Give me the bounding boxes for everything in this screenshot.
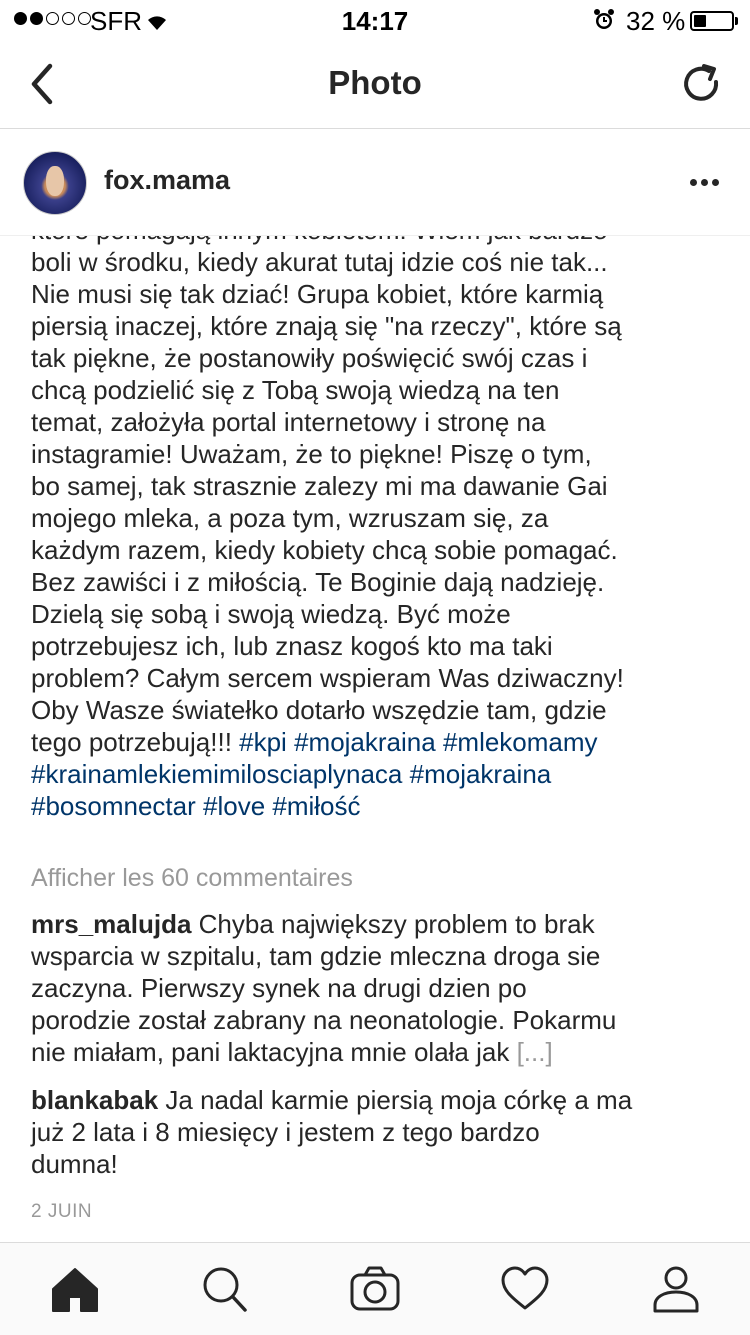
caption-line: #krainamlekiemimilosciaplynaca #mojakrai… [31, 758, 731, 790]
comment-text: porodzie został zabrany na neonatologie.… [31, 1005, 617, 1035]
hashtag-link[interactable]: #mlekomamy [443, 727, 598, 757]
caption-text: bo samej, tak strasznie zalezy mi ma daw… [31, 471, 608, 501]
caption-line: instagramie! Uważam, że to piękne! Piszę… [31, 438, 731, 470]
caption-text: Dzielą się sobą i swoją wiedzą. Być może [31, 599, 511, 629]
caption-text: Bez zawiści i z miłością. Te Boginie daj… [31, 567, 605, 597]
caption-text: tak piękne, że postanowiły poświęcić swó… [31, 343, 588, 373]
caption-text: Oby Wasze światełko dotarło wszędzie tam… [31, 695, 607, 725]
comment-more-link[interactable]: [...] [517, 1037, 553, 1067]
caption-text: Nie musi się tak dziać! Grupa kobiet, kt… [31, 279, 604, 309]
hashtag-link[interactable]: #bosomnectar [31, 791, 196, 821]
comment-text: nie miałam, pani laktacyjna mnie olała j… [31, 1037, 517, 1067]
hashtag-link[interactable]: #miłość [272, 791, 360, 821]
hashtag-link[interactable]: #mojakraina [294, 727, 436, 757]
comment-text: Chyba największy problem to brak [191, 909, 595, 939]
caption-text: które pomagają innym kobietom! Wiem jak … [31, 236, 608, 245]
caption-line: boli w środku, kiedy akurat tutaj idzie … [31, 246, 731, 278]
caption-text [287, 727, 294, 757]
page-title: Photo [328, 64, 422, 101]
comment-line: wsparcia w szpitalu, tam gdzie mleczna d… [31, 940, 731, 972]
caption-text: tego potrzebują!!! [31, 727, 240, 757]
view-all-comments-link[interactable]: Afficher les 60 commentaires [31, 864, 353, 893]
caption-text [402, 759, 409, 789]
caption-line: Dzielą się sobą i swoją wiedzą. Być może [31, 598, 731, 630]
camera-icon[interactable] [349, 1263, 401, 1315]
caption-text: potrzebujesz ich, lub znasz kogoś kto ma… [31, 631, 553, 661]
caption-text: każdym razem, kiedy kobiety chcą sobie p… [31, 535, 618, 565]
post-caption: które pomagają innym kobietom! Wiem jak … [31, 236, 731, 822]
comment-line: mrs_malujda Chyba największy problem to … [31, 908, 731, 940]
post-username[interactable]: fox.mama [104, 165, 230, 196]
comment-text: dumna! [31, 1149, 118, 1179]
caption-line: tak piękne, że postanowiły poświęcić swó… [31, 342, 731, 374]
caption-text [196, 791, 203, 821]
caption-line: problem? Całym sercem wspieram Was dziwa… [31, 662, 731, 694]
caption-text: boli w środku, kiedy akurat tutaj idzie … [31, 247, 608, 277]
avatar[interactable] [23, 151, 87, 215]
caption-line: temat, założyła portal internetowy i str… [31, 406, 731, 438]
hashtag-link[interactable]: #love [203, 791, 265, 821]
comment-line: dumna! [31, 1148, 731, 1180]
caption-line: Oby Wasze światełko dotarło wszędzie tam… [31, 694, 731, 726]
tab-bar [0, 1242, 750, 1335]
hashtag-link[interactable]: #mojakraina [410, 759, 552, 789]
comment-username[interactable]: mrs_malujda [31, 909, 191, 939]
caption-line: które pomagają innym kobietom! Wiem jak … [31, 236, 731, 246]
battery-icon [690, 11, 734, 31]
hashtag-link[interactable]: #kpi [239, 727, 287, 757]
comment-text: wsparcia w szpitalu, tam gdzie mleczna d… [31, 941, 601, 971]
status-bar: SFR 14:17 32 % [0, 0, 750, 40]
comment-text: Ja nadal karmie piersią moja córkę a ma [158, 1085, 633, 1115]
caption-text: piersią inaczej, które znają się "na rze… [31, 311, 622, 341]
caption-line: bo samej, tak strasznie zalezy mi ma daw… [31, 470, 731, 502]
comment-text: już 2 lata i 8 miesięcy i jestem z tego … [31, 1117, 540, 1147]
comment-line: blankabak Ja nadal karmie piersią moja c… [31, 1084, 731, 1116]
caption-line: chcą podzielić się z Tobą swoją wiedzą n… [31, 374, 731, 406]
comment-line: zaczyna. Pierwszy synek na drugi dzien p… [31, 972, 731, 1004]
battery-tip [735, 17, 738, 25]
comment-line: porodzie został zabrany na neonatologie.… [31, 1004, 731, 1036]
comment-text: zaczyna. Pierwszy synek na drugi dzien p… [31, 973, 527, 1003]
hashtag-link[interactable]: #krainamlekiemimilosciaplynaca [31, 759, 402, 789]
battery-level [694, 15, 706, 27]
more-options-icon[interactable] [690, 179, 719, 186]
post-header: fox.mama [0, 129, 750, 236]
comment: mrs_malujda Chyba największy problem to … [31, 908, 731, 1068]
comment: blankabak Ja nadal karmie piersią moja c… [31, 1084, 731, 1180]
caption-text: mojego mleka, a poza tym, wzruszam się, … [31, 503, 549, 533]
caption-line: Nie musi się tak dziać! Grupa kobiet, kt… [31, 278, 731, 310]
caption-line: mojego mleka, a poza tym, wzruszam się, … [31, 502, 731, 534]
profile-icon[interactable] [650, 1263, 702, 1315]
home-icon[interactable] [49, 1263, 101, 1315]
caption-text: temat, założyła portal internetowy i str… [31, 407, 546, 437]
battery-percent: 32 % [626, 6, 686, 36]
caption-text: instagramie! Uważam, że to piękne! Piszę… [31, 439, 592, 469]
alarm-icon [592, 8, 616, 39]
caption-line: potrzebujesz ich, lub znasz kogoś kto ma… [31, 630, 731, 662]
comment-line: nie miałam, pani laktacyjna mnie olała j… [31, 1036, 731, 1068]
caption-text: chcą podzielić się z Tobą swoją wiedzą n… [31, 375, 560, 405]
caption-text: problem? Całym sercem wspieram Was dziwa… [31, 663, 624, 693]
caption-line: piersią inaczej, które znają się "na rze… [31, 310, 731, 342]
caption-line: Bez zawiści i z miłością. Te Boginie daj… [31, 566, 731, 598]
refresh-icon[interactable] [678, 60, 726, 108]
search-icon[interactable] [198, 1263, 250, 1315]
caption-line: każdym razem, kiedy kobiety chcą sobie p… [31, 534, 731, 566]
navigation-bar: Photo [0, 40, 750, 129]
comment-line: już 2 lata i 8 miesięcy i jestem z tego … [31, 1116, 731, 1148]
post-content[interactable]: które pomagają innym kobietom! Wiem jak … [0, 236, 750, 1242]
caption-text [436, 727, 443, 757]
caption-line: #bosomnectar #love #miłość [31, 790, 731, 822]
caption-line: tego potrzebują!!! #kpi #mojakraina #mle… [31, 726, 731, 758]
comment-username[interactable]: blankabak [31, 1085, 158, 1115]
heart-icon[interactable] [499, 1263, 551, 1315]
post-date: 2 JUIN [31, 1201, 93, 1222]
